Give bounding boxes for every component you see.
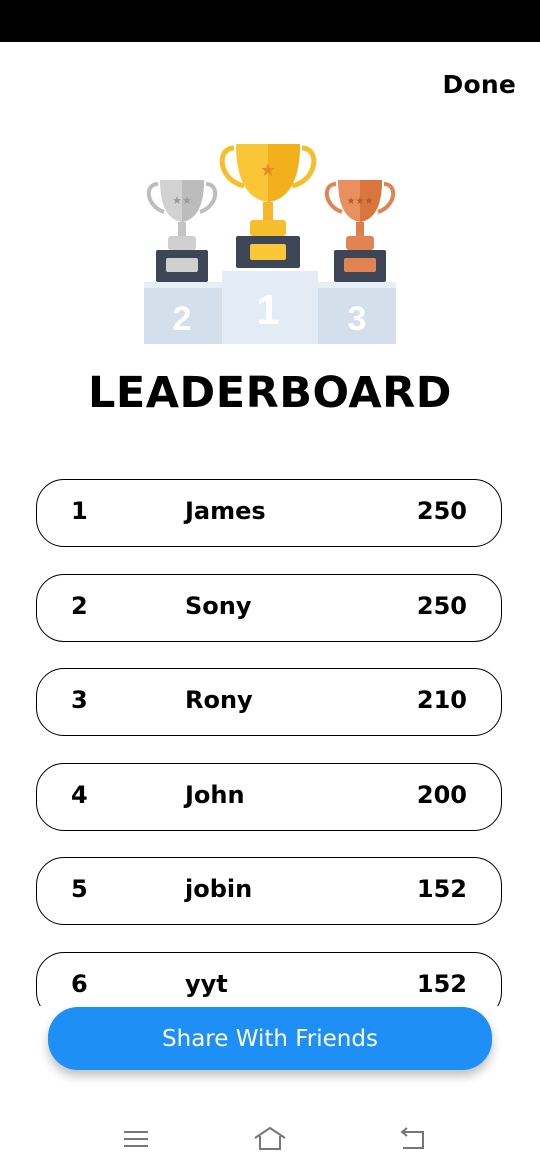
home-icon[interactable] bbox=[252, 1124, 288, 1154]
podium-number-3: 3 bbox=[348, 300, 367, 338]
page-title: LEADERBOARD bbox=[88, 368, 452, 418]
rank: 2 bbox=[71, 592, 88, 620]
rank: 1 bbox=[71, 497, 88, 525]
rank: 4 bbox=[71, 781, 88, 809]
leaderboard-row: 5 jobin 152 bbox=[36, 857, 502, 925]
score: 152 bbox=[416, 875, 467, 903]
silver-trophy-icon: ★★ bbox=[147, 180, 217, 282]
leaderboard-row: 1 James 250 bbox=[36, 479, 502, 547]
leaderboard-row: 6 yyt 152 bbox=[36, 952, 502, 1006]
gold-trophy-icon: ★ bbox=[219, 144, 317, 268]
svg-text:★★★: ★★★ bbox=[347, 196, 374, 207]
system-navigation-bar bbox=[0, 1110, 540, 1170]
leaderboard-row: 3 Rony 210 bbox=[36, 668, 502, 736]
player-name: John bbox=[185, 781, 245, 809]
rank: 6 bbox=[71, 970, 88, 998]
leaderboard-row: 2 Sony 250 bbox=[36, 574, 502, 642]
svg-text:★★: ★★ bbox=[172, 194, 192, 207]
player-name: James bbox=[185, 497, 266, 525]
status-bar bbox=[0, 0, 540, 42]
podium-number-2: 2 bbox=[173, 300, 192, 338]
score: 250 bbox=[416, 497, 467, 525]
svg-text:★: ★ bbox=[260, 160, 276, 181]
player-name: yyt bbox=[185, 970, 228, 998]
menu-icon[interactable] bbox=[118, 1124, 154, 1154]
player-name: jobin bbox=[185, 875, 253, 903]
player-name: Rony bbox=[185, 686, 253, 714]
done-button[interactable]: Done bbox=[443, 70, 516, 99]
leaderboard-row: 4 John 200 bbox=[36, 763, 502, 831]
rank: 3 bbox=[71, 686, 88, 714]
player-name: Sony bbox=[185, 592, 252, 620]
leaderboard-list[interactable]: 1 James 250 2 Sony 250 3 Rony 210 4 John… bbox=[36, 479, 504, 1006]
score: 152 bbox=[416, 970, 467, 998]
back-icon[interactable] bbox=[394, 1124, 430, 1154]
rank: 5 bbox=[71, 875, 88, 903]
score: 210 bbox=[416, 686, 467, 714]
share-with-friends-button[interactable]: Share With Friends bbox=[48, 1007, 492, 1070]
score: 200 bbox=[416, 781, 467, 809]
podium-number-1: 1 bbox=[256, 286, 279, 333]
trophy-podium-illustration: 2 1 3 ★★ ★ ★★★ bbox=[140, 140, 402, 350]
score: 250 bbox=[416, 592, 467, 620]
bronze-trophy-icon: ★★★ bbox=[325, 180, 395, 282]
